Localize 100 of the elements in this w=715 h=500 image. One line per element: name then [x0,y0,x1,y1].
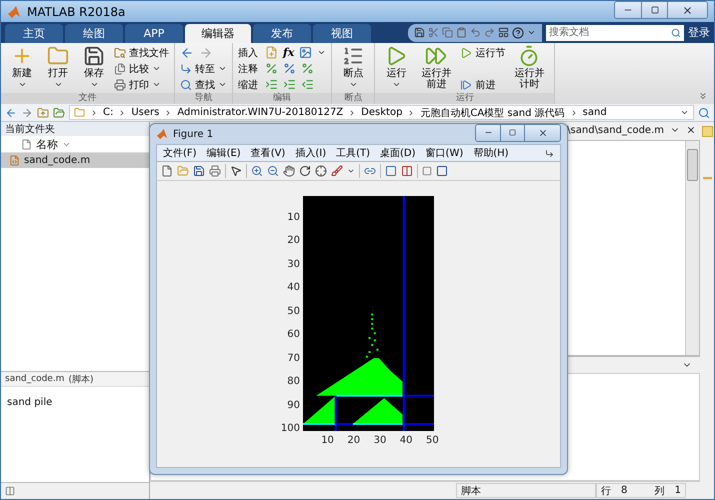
close-icon[interactable] [686,125,696,135]
folder-icon [74,107,85,118]
layout-icon[interactable] [498,27,509,38]
ribbon-button[interactable]: 运行节 [460,45,506,60]
ribbon-tab[interactable]: 主页 [5,24,63,43]
outdent-icon[interactable] [301,78,314,91]
caret-icon[interactable] [347,167,355,175]
maximize-button[interactable] [641,2,667,18]
minimize-button[interactable] [476,124,500,140]
y-tick-label: 90 [287,400,300,410]
copy-icon[interactable] [442,27,453,38]
pan-hand-icon[interactable] [283,165,295,177]
ribbon-button[interactable]: 插入 [238,46,260,60]
ribbon-tab[interactable]: APP [125,24,183,43]
search-icon[interactable] [698,106,710,118]
undo-icon[interactable] [470,27,481,38]
x-tick-label: 20 [347,435,360,446]
cut-icon[interactable] [428,27,439,38]
zoom-out-icon[interactable] [267,165,279,177]
ribbon-button[interactable]: 查找 [180,77,227,92]
close-icon [538,128,548,138]
new-file-icon[interactable] [161,165,173,177]
maximize-button[interactable] [500,124,524,140]
save-icon[interactable] [193,165,205,177]
close-button[interactable] [667,2,707,18]
y-tick-label: 20 [287,235,300,246]
ribbon-button[interactable]: 缩进 [238,78,260,92]
ribbon-button[interactable]: 打印 [114,77,169,92]
run-section-icon [460,46,472,58]
paste-icon[interactable] [456,27,467,38]
back-arrow-icon[interactable] [180,46,194,60]
path-crumb[interactable]: sand [582,107,607,118]
menu-item[interactable]: 插入(I) [295,146,326,160]
caret-icon[interactable] [527,28,536,37]
zoom-in-icon[interactable] [251,165,263,177]
ribbon-button[interactable]: 注释 [238,62,260,76]
menu-item[interactable]: 桌面(D) [380,146,416,160]
function-button[interactable]: fx [283,46,294,59]
browse-folder-icon[interactable] [53,106,65,118]
ribbon-button[interactable]: 保存 [78,45,110,93]
ribbon-button[interactable]: 前进 [460,77,506,92]
side-marker-icon [702,126,712,137]
indent-icon[interactable] [283,78,296,91]
ribbon-button[interactable]: 转至 [180,61,227,76]
wrap-comment-icon[interactable] [301,62,314,75]
path-crumb[interactable]: 元胞自动机CA模型 sand 源代码 [420,106,565,120]
file-row[interactable]: sand_code.m [1,153,149,168]
x-tick-label: 10 [321,435,334,446]
collapse-ribbon-icon[interactable] [698,91,708,101]
comment-percent-icon[interactable] [265,62,278,75]
ribbon-button[interactable]: 运行并前进 [416,45,456,93]
column-header[interactable]: 名称 [36,136,58,152]
link-icon[interactable] [364,165,376,177]
smart-indent-icon[interactable] [265,78,278,91]
group-label: 文件 [1,93,174,104]
caret-icon[interactable] [680,108,689,117]
panel-layout-icon[interactable] [5,486,15,496]
printer-icon[interactable] [209,165,221,177]
data-cursor-icon[interactable] [315,165,327,177]
ribbon-tab[interactable]: 视图 [313,24,371,43]
back-arrow-icon[interactable] [5,106,17,118]
menu-item[interactable]: 文件(F) [163,146,197,160]
path-field[interactable]: C: Users Administrator.WIN7U-20180127Z Desktop 元胞自动机CA模型 sand 源代码 sand [69,105,694,120]
close-button[interactable] [524,124,560,140]
redo-icon[interactable] [484,27,495,38]
x-tick-label: 30 [374,435,386,446]
login-button[interactable]: 登录 [684,25,714,40]
menu-item[interactable]: 编辑(E) [206,146,241,160]
path-crumb[interactable]: Desktop [361,107,402,118]
forward-arrow-icon[interactable] [21,106,33,118]
ribbon-button[interactable]: 断点 [337,45,370,93]
menu-item[interactable]: 帮助(H) [473,146,509,160]
path-crumb[interactable]: C: [103,107,114,118]
rotate-icon[interactable] [299,165,311,177]
image-icon[interactable] [299,46,312,59]
ribbon-tab[interactable]: 发布 [253,24,311,43]
ribbon-button[interactable]: 运行 [380,45,412,93]
warning-marker-icon [702,177,712,179]
vertical-scrollbar[interactable] [685,141,699,355]
dock-arrow-icon[interactable] [545,148,554,158]
search-field[interactable]: 搜索文档 [546,24,684,40]
ribbon-button[interactable]: 比较 [114,61,169,76]
ribbon-tab[interactable]: 绘图 [65,24,123,43]
pointer-icon[interactable] [230,165,242,177]
ribbon-button[interactable]: 打开 [42,45,74,93]
menu-item[interactable]: 工具(T) [336,146,370,160]
save-icon[interactable] [414,27,425,38]
compare-files-icon [114,62,126,74]
uncomment-percent-icon[interactable] [283,62,296,75]
path-crumb[interactable]: Users [131,107,160,118]
ribbon-button[interactable]: 新建 [6,45,38,93]
ribbon-tab[interactable]: 编辑器 [185,24,251,43]
ribbon-button[interactable]: 运行并计时 [509,45,550,93]
help-icon[interactable] [512,26,524,38]
menu-item[interactable]: 窗口(W) [426,146,464,160]
folder-up-icon[interactable] [37,106,49,118]
brush-icon[interactable] [331,165,343,177]
path-crumb[interactable]: Administrator.WIN7U-20180127Z [177,107,344,118]
menu-item[interactable]: 查看(V) [250,146,286,160]
ribbon-button[interactable]: 查找文件 [114,45,169,60]
